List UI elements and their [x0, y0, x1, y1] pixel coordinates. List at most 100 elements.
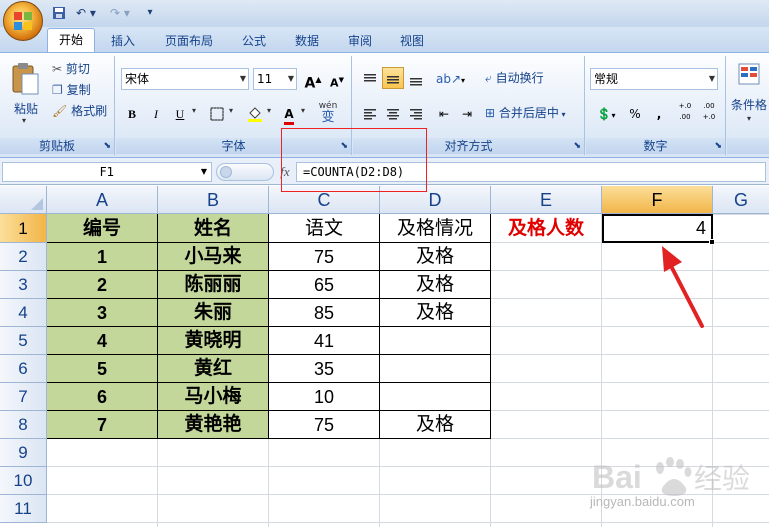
phonetic-button[interactable]: wén 变 [314, 100, 342, 126]
row-header-5[interactable]: 5 [0, 327, 47, 355]
qat-customize-icon[interactable]: ▾ [143, 4, 157, 22]
column-header-f[interactable]: F [602, 186, 713, 214]
cell-d7[interactable] [380, 383, 491, 411]
row-header-1[interactable]: 1 [0, 214, 47, 243]
copy-button[interactable]: ❐ 复制 [52, 81, 112, 99]
fill-color-button[interactable] [244, 102, 266, 124]
name-box[interactable]: F1 ▼ [2, 162, 212, 182]
cell-c8[interactable]: 75 [269, 411, 380, 439]
column-header-e[interactable]: E [491, 186, 602, 214]
cell-c5[interactable]: 41 [269, 327, 380, 355]
cell-a6[interactable]: 5 [47, 355, 158, 383]
dialog-launcher-icon[interactable]: ⬊ [103, 138, 111, 154]
row-header-2[interactable]: 2 [0, 243, 47, 271]
dialog-launcher-icon[interactable]: ⬊ [573, 138, 581, 154]
orientation-button[interactable]: ab↗▾ [435, 67, 465, 89]
cell-d6[interactable] [380, 355, 491, 383]
cell-c7[interactable]: 10 [269, 383, 380, 411]
row-header-3[interactable]: 3 [0, 271, 47, 299]
increase-decimal-button[interactable]: +.0 .00 [674, 100, 696, 126]
decrease-indent-button[interactable]: ⇤ [433, 102, 455, 124]
cell-b4[interactable]: 朱丽 [158, 299, 269, 327]
conditional-format-icon[interactable] [737, 62, 763, 88]
font-size-select[interactable]: 11 ▼ [253, 68, 297, 90]
cell-c3[interactable]: 65 [269, 271, 380, 299]
align-left-button[interactable] [359, 102, 381, 124]
cell-d1[interactable]: 及格情况 [380, 214, 491, 243]
format-painter-button[interactable]: 🖌 格式刷 [52, 102, 114, 120]
font-name-select[interactable]: 宋体 ▼ [121, 68, 249, 90]
decrease-decimal-button[interactable]: .00 +.0 [698, 100, 720, 126]
italic-button[interactable]: I [145, 102, 167, 124]
cell-d5[interactable] [380, 327, 491, 355]
cell-a7[interactable]: 6 [47, 383, 158, 411]
tab-insert[interactable]: 插入 [102, 30, 144, 52]
tab-home[interactable]: 开始 [47, 28, 95, 53]
row-header-8[interactable]: 8 [0, 411, 47, 439]
borders-button[interactable] [206, 102, 228, 124]
align-right-button[interactable] [405, 102, 427, 124]
cell-b3[interactable]: 陈丽丽 [158, 271, 269, 299]
save-icon[interactable] [50, 4, 68, 22]
accounting-format-button[interactable]: 💲▾ [590, 102, 622, 124]
cell-b2[interactable]: 小马来 [158, 243, 269, 271]
percent-button[interactable]: % [624, 102, 646, 124]
tab-page-layout[interactable]: 页面布局 [155, 30, 223, 52]
align-bottom-button[interactable] [405, 67, 427, 89]
merge-center-button[interactable]: ⊞ 合并后居中 ▾ [485, 102, 583, 124]
cell-d3[interactable]: 及格 [380, 271, 491, 299]
cell-b8[interactable]: 黄艳艳 [158, 411, 269, 439]
wrap-text-button[interactable]: ⤶ 自动换行 [485, 67, 577, 89]
cell-c2[interactable]: 75 [269, 243, 380, 271]
align-center-button[interactable] [382, 102, 404, 124]
cell-b5[interactable]: 黄晓明 [158, 327, 269, 355]
cell-d2[interactable]: 及格 [380, 243, 491, 271]
cell-d4[interactable]: 及格 [380, 299, 491, 327]
cell-c1[interactable]: 语文 [269, 214, 380, 243]
grow-font-button[interactable]: A▲ [302, 68, 324, 92]
row-header-10[interactable]: 10 [0, 467, 47, 495]
cut-button[interactable]: ✂ 剪切 [52, 60, 112, 78]
increase-indent-button[interactable]: ⇥ [456, 102, 478, 124]
formula-bar-splitter[interactable] [216, 163, 274, 181]
redo-icon[interactable]: ↷ ▾ [105, 4, 135, 22]
cell-a1[interactable]: 编号 [47, 214, 158, 243]
cell-d8[interactable]: 及格 [380, 411, 491, 439]
column-header-b[interactable]: B [158, 186, 269, 214]
tab-review[interactable]: 审阅 [338, 30, 382, 52]
cell-a2[interactable]: 1 [47, 243, 158, 271]
align-top-button[interactable] [359, 67, 381, 89]
align-middle-button[interactable] [382, 67, 404, 89]
row-header-4[interactable]: 4 [0, 299, 47, 327]
column-header-a[interactable]: A [47, 186, 158, 214]
cell-e1[interactable]: 及格人数 [491, 214, 602, 243]
underline-button[interactable]: U [169, 102, 191, 124]
cell-c4[interactable]: 85 [269, 299, 380, 327]
cell-a5[interactable]: 4 [47, 327, 158, 355]
shrink-font-button[interactable]: A▼ [326, 68, 348, 90]
comma-button[interactable]: , [648, 102, 670, 124]
cell-c6[interactable]: 35 [269, 355, 380, 383]
cell-a8[interactable]: 7 [47, 411, 158, 439]
row-header-9[interactable]: 9 [0, 439, 47, 467]
row-header-11[interactable]: 11 [0, 495, 47, 523]
column-header-g[interactable]: G [713, 186, 769, 214]
cell-b1[interactable]: 姓名 [158, 214, 269, 243]
tab-view[interactable]: 视图 [390, 30, 434, 52]
cell-a4[interactable]: 3 [47, 299, 158, 327]
select-all-button[interactable] [0, 186, 47, 214]
dialog-launcher-icon[interactable]: ⬊ [714, 138, 722, 154]
cell-b7[interactable]: 马小梅 [158, 383, 269, 411]
number-format-select[interactable]: 常规 ▼ [590, 68, 718, 90]
office-button[interactable] [3, 1, 43, 41]
paste-button[interactable]: 粘贴 ▾ [8, 62, 44, 126]
tab-data[interactable]: 数据 [285, 30, 329, 52]
row-header-7[interactable]: 7 [0, 383, 47, 411]
tab-formulas[interactable]: 公式 [232, 30, 276, 52]
undo-icon[interactable]: ↶ ▾ [71, 4, 101, 22]
bold-button[interactable]: B [121, 102, 143, 124]
cell-a3[interactable]: 2 [47, 271, 158, 299]
cell-b6[interactable]: 黄红 [158, 355, 269, 383]
row-header-6[interactable]: 6 [0, 355, 47, 383]
font-color-button[interactable]: A [278, 102, 300, 125]
